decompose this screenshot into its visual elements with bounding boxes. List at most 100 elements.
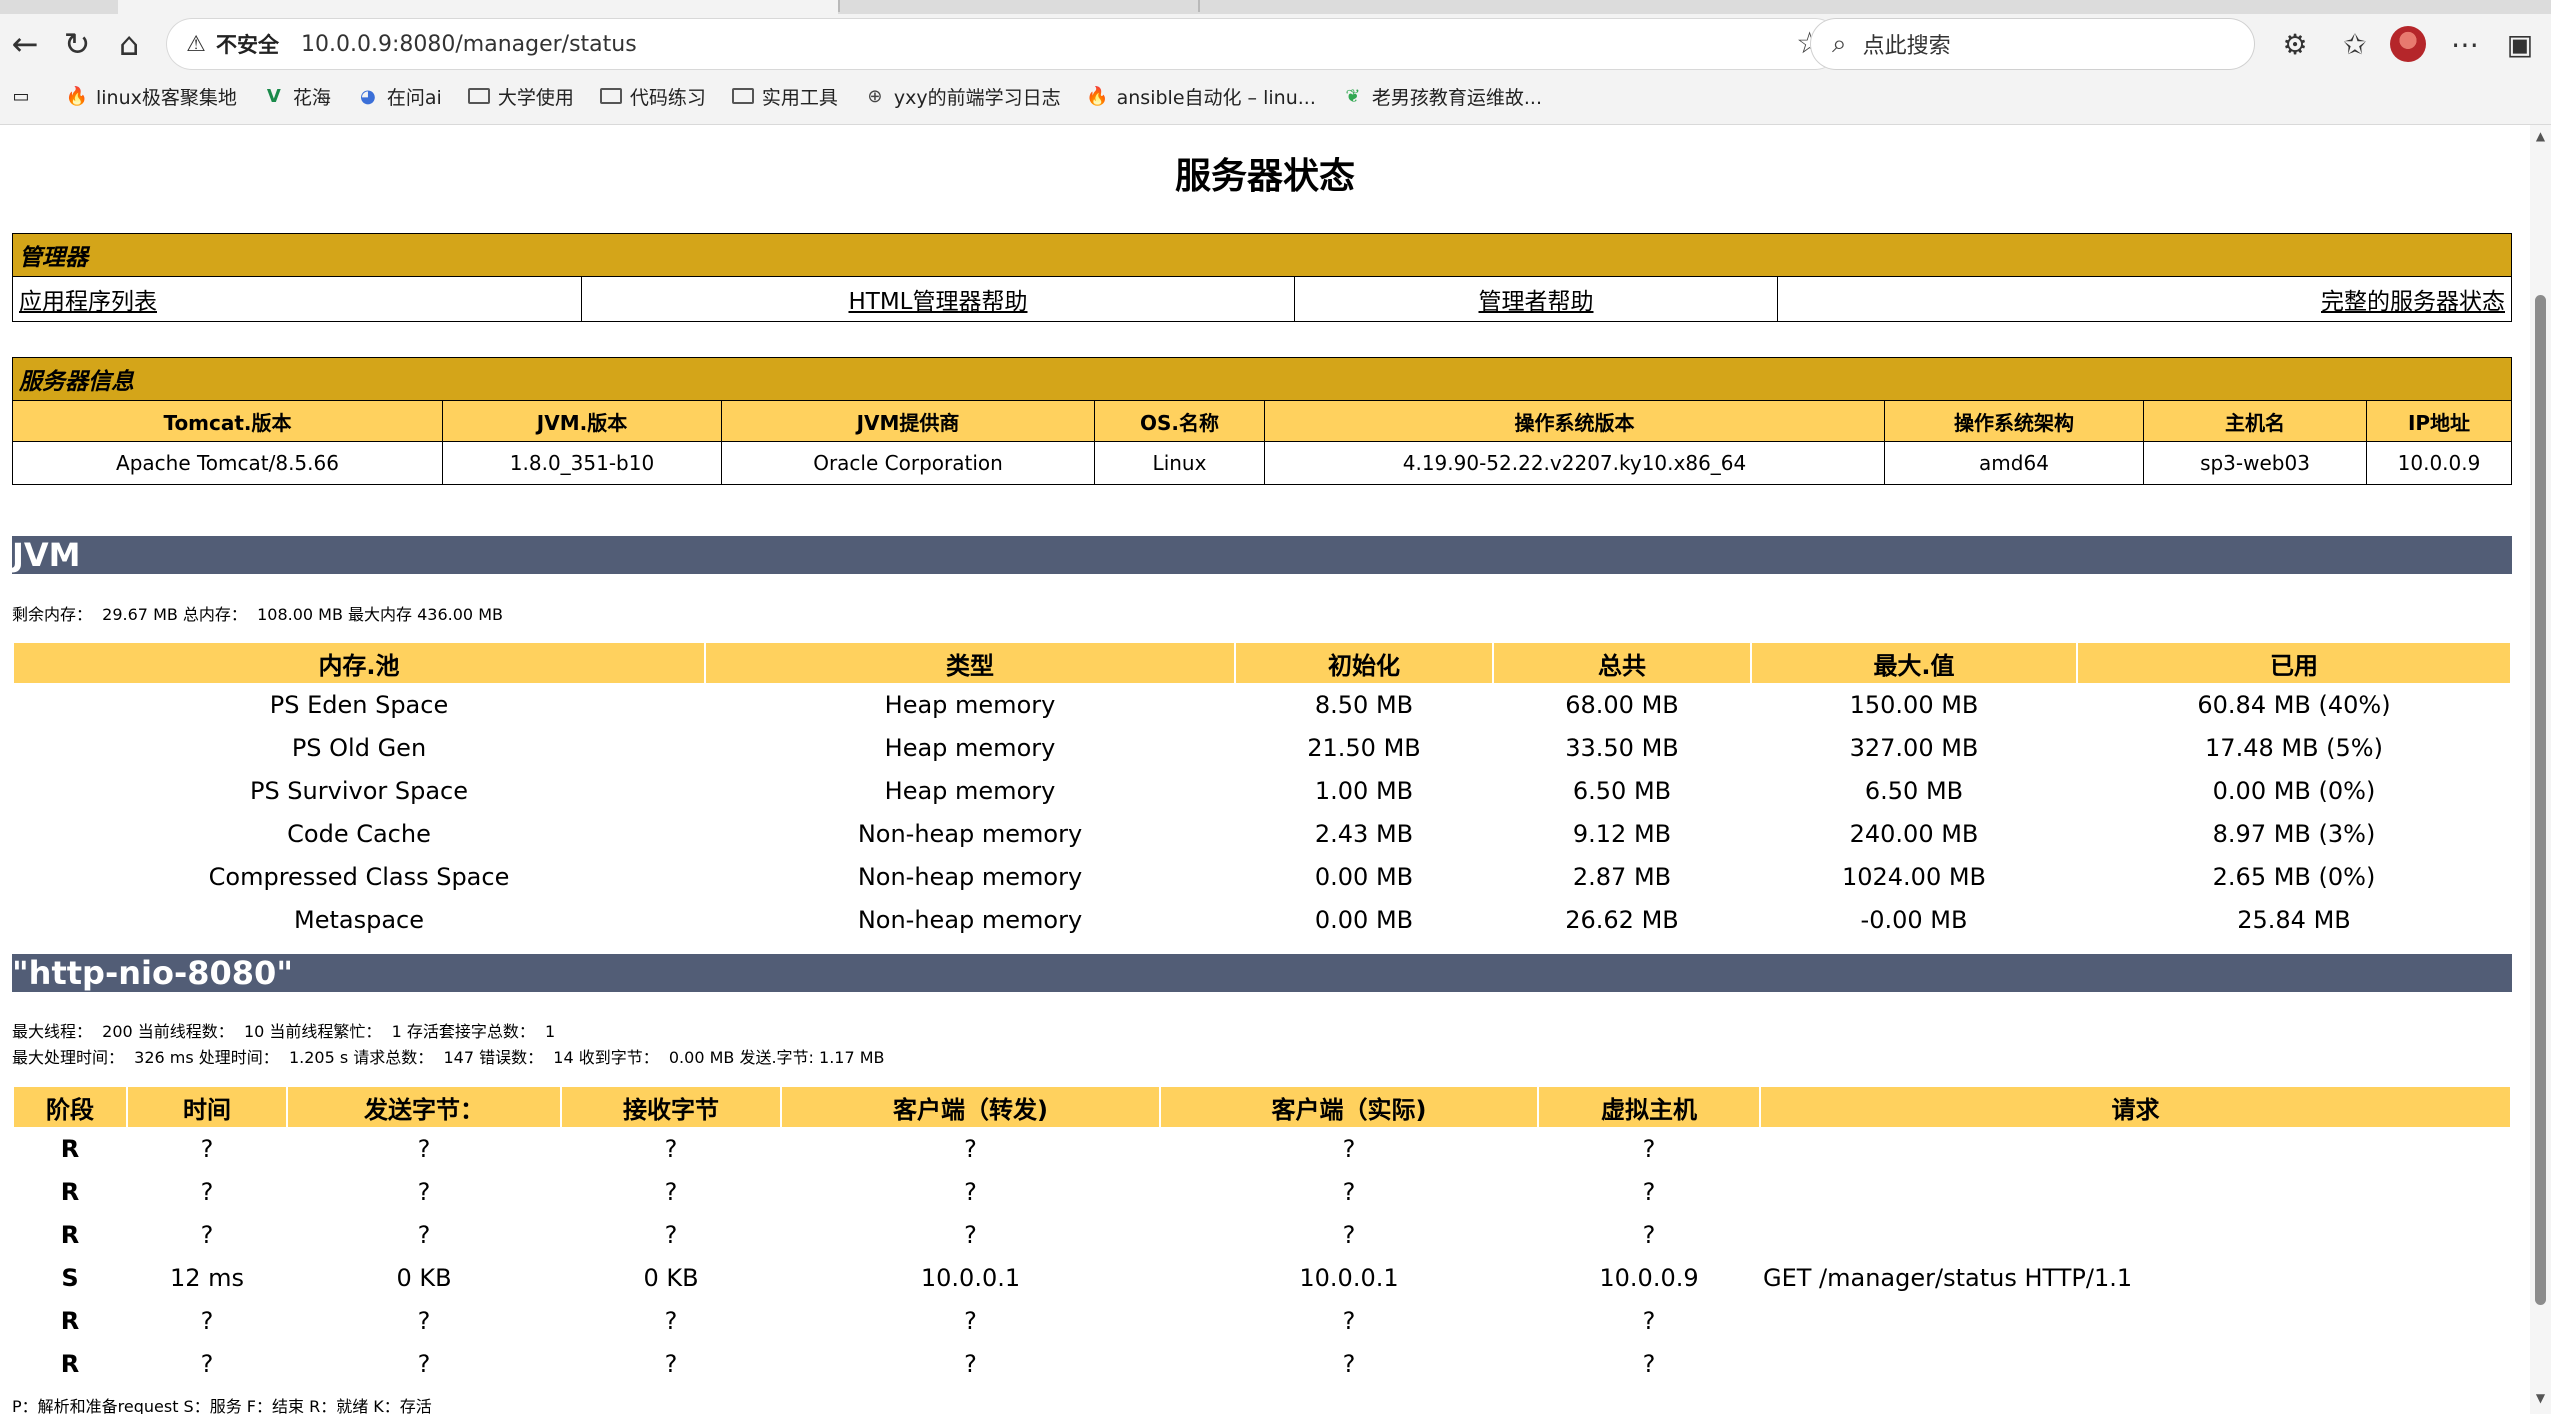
stage-header: 请求: [1761, 1087, 2510, 1127]
folder-icon: [467, 88, 490, 104]
bookmark-item[interactable]: ❦ 老男孩教育运维故...: [1342, 83, 1542, 110]
table-row: PS Eden Space Heap memory 8.50 MB 68.00 MB 1…: [14, 683, 2510, 726]
memory-pool-cell: Non-heap memory: [857, 862, 1083, 891]
bookmark-item[interactable]: ◕ 在问ai: [357, 83, 442, 110]
bookmark-item[interactable]: 🔥 ansible自动化 – linu...: [1086, 83, 1315, 110]
memory-pool-cell: Non-heap memory: [857, 819, 1083, 848]
stage-header: 虚拟主机: [1539, 1087, 1759, 1127]
memory-pool-header: 已用: [2078, 643, 2510, 683]
server-info-value: amd64: [1884, 441, 2144, 485]
stage-cell: ?: [1642, 1220, 1656, 1249]
bookmark-item[interactable]: 🔥 linux极客聚集地: [66, 83, 237, 110]
home-button[interactable]: ⌂: [104, 14, 154, 74]
stage-cell: ?: [1342, 1177, 1356, 1206]
extensions-icon[interactable]: ⚙: [2270, 14, 2320, 74]
profile-avatar[interactable]: [2390, 26, 2426, 62]
stage-cell: ?: [1342, 1306, 1356, 1335]
memory-pool-cell: 240.00 MB: [1849, 819, 1979, 848]
server-info-section-title: 服务器信息: [12, 357, 2512, 401]
bookmark-label: 实用工具: [761, 86, 838, 109]
bookmark-label: 花海: [292, 86, 331, 109]
stage-code-cell: R: [60, 1177, 80, 1206]
connector-section-header: "http-nio-8080": [12, 954, 2512, 992]
bookmark-item[interactable]: ⊕ yxy的前端学习日志: [864, 83, 1060, 110]
bookmark-item[interactable]: V 花海: [263, 83, 331, 110]
bookmark-folder[interactable]: 实用工具: [731, 83, 838, 110]
sidebar-toggle-icon[interactable]: ▣: [2495, 14, 2545, 74]
favorites-icon[interactable]: ✩: [2330, 14, 2380, 74]
page-content: 服务器状态 管理器 应用程序列表 HTML管理器帮助 管理者帮助 完整的服务器状…: [0, 125, 2530, 1414]
memory-pool-cell: Heap memory: [884, 776, 1056, 805]
scroll-down-icon[interactable]: ▼: [2534, 1392, 2547, 1405]
server-info-value: Oracle Corporation: [721, 441, 1095, 485]
stage-cell: ?: [417, 1134, 431, 1163]
bookmark-folder[interactable]: 代码练习: [599, 83, 706, 110]
scrollbar-thumb[interactable]: [2535, 295, 2546, 1305]
full-server-status-link[interactable]: 完整的服务器状态: [2321, 289, 2505, 315]
table-row: Metaspace Non-heap memory 0.00 MB 26.62 MB -…: [14, 898, 2510, 941]
table-row: PS Survivor Space Heap memory 1.00 MB 6.50 …: [14, 769, 2510, 812]
bookmark-folder[interactable]: 大学使用: [467, 83, 574, 110]
table-row: PS Old Gen Heap memory 21.50 MB 33.50 MB 327…: [14, 726, 2510, 769]
memory-pool-cell: 2.43 MB: [1314, 819, 1414, 848]
fire-icon: 🔥: [1086, 85, 1109, 107]
stage-cell: 10.0.0.1: [1299, 1263, 1399, 1292]
toolbar: ← ↻ ⌂ ⚠ 不安全 10.0.0.9:8080/manager/status…: [0, 14, 2551, 74]
back-button[interactable]: ←: [0, 14, 50, 74]
server-info-value: 4.19.90-52.22.v2207.ky10.x86_64: [1264, 441, 1885, 485]
stage-header: 发送字节：: [288, 1087, 560, 1127]
search-box[interactable]: ⌕ 点此搜索: [1810, 18, 2255, 70]
scroll-up-icon[interactable]: ▲: [2534, 130, 2547, 143]
stage-cell: ?: [964, 1177, 977, 1206]
stage-cell: [1761, 1127, 2510, 1170]
html-manager-help-link[interactable]: HTML管理器帮助: [848, 289, 1027, 315]
memory-pool-cell: 1.00 MB: [1314, 776, 1414, 805]
memory-pool-cell: 26.62 MB: [1565, 905, 1679, 934]
stage-cell: ?: [1642, 1134, 1656, 1163]
server-info-header: OS.名称: [1094, 400, 1265, 442]
server-info-header: 主机名: [2143, 400, 2367, 442]
folder-icon: [599, 88, 622, 104]
memory-pool-cell: 8.97 MB (3%): [2212, 819, 2376, 848]
server-info-header: 操作系统架构: [1884, 400, 2144, 442]
stage-cell: ?: [200, 1134, 214, 1163]
memory-pool-cell: 2.87 MB: [1572, 862, 1672, 891]
stage-cell: 10.0.0.1: [920, 1263, 1021, 1292]
manager-link-cell: 管理者帮助: [1294, 276, 1778, 322]
jvm-memory-summary: 剩余内存： 29.67 MB 总内存： 108.00 MB 最大内存 436.0…: [12, 605, 503, 624]
manager-section-title: 管理器: [12, 233, 2512, 277]
stage-cell: 12 ms: [169, 1263, 245, 1292]
insecure-label[interactable]: 不安全: [216, 29, 279, 59]
memory-pool-cell: 9.12 MB: [1572, 819, 1672, 848]
app-list-link[interactable]: 应用程序列表: [19, 289, 157, 315]
stage-header: 客户端（实际): [1161, 1087, 1537, 1127]
stage-cell: ?: [200, 1349, 214, 1378]
active-tab[interactable]: [118, 0, 838, 14]
globe-icon: ⊕: [867, 85, 883, 107]
stage-cell: [1761, 1170, 2510, 1213]
server-info-value: sp3-web03: [2143, 441, 2367, 485]
ai-logo-icon: ◕: [360, 85, 376, 107]
memory-pool-cell: PS Eden Space: [269, 690, 449, 719]
memory-pool-cell: 150.00 MB: [1849, 690, 1979, 719]
memory-pool-cell: 8.50 MB: [1314, 690, 1414, 719]
stage-header: 客户端（转发): [782, 1087, 1159, 1127]
memory-pool-cell: 0.00 MB: [1314, 905, 1414, 934]
stage-code-cell: R: [60, 1134, 80, 1163]
connector-thread-stats: 最大线程： 200 当前线程数： 10 当前线程繁忙： 1 存活套接字总数： 1: [12, 1022, 556, 1041]
reload-button[interactable]: ↻: [52, 14, 102, 74]
bookmarks-bar-icon[interactable]: ▭: [10, 85, 40, 107]
memory-pool-header: 总共: [1494, 643, 1750, 683]
more-menu-icon[interactable]: ⋯: [2440, 14, 2490, 74]
manager-help-link[interactable]: 管理者帮助: [1479, 289, 1594, 315]
address-bar[interactable]: ⚠ 不安全 10.0.0.9:8080/manager/status ☆: [166, 18, 1841, 70]
stage-cell: [1761, 1299, 2510, 1342]
stage-header: 阶段: [14, 1087, 126, 1127]
table-row: R??????: [14, 1127, 2510, 1170]
manager-link-cell: HTML管理器帮助: [581, 276, 1295, 322]
leaf-icon: ❦: [1345, 85, 1361, 107]
stage-cell: ?: [664, 1220, 678, 1249]
url-text[interactable]: 10.0.0.9:8080/manager/status: [301, 32, 637, 57]
stage-cell: 0 KB: [396, 1263, 452, 1292]
server-info-header: JVM.版本: [442, 400, 722, 442]
